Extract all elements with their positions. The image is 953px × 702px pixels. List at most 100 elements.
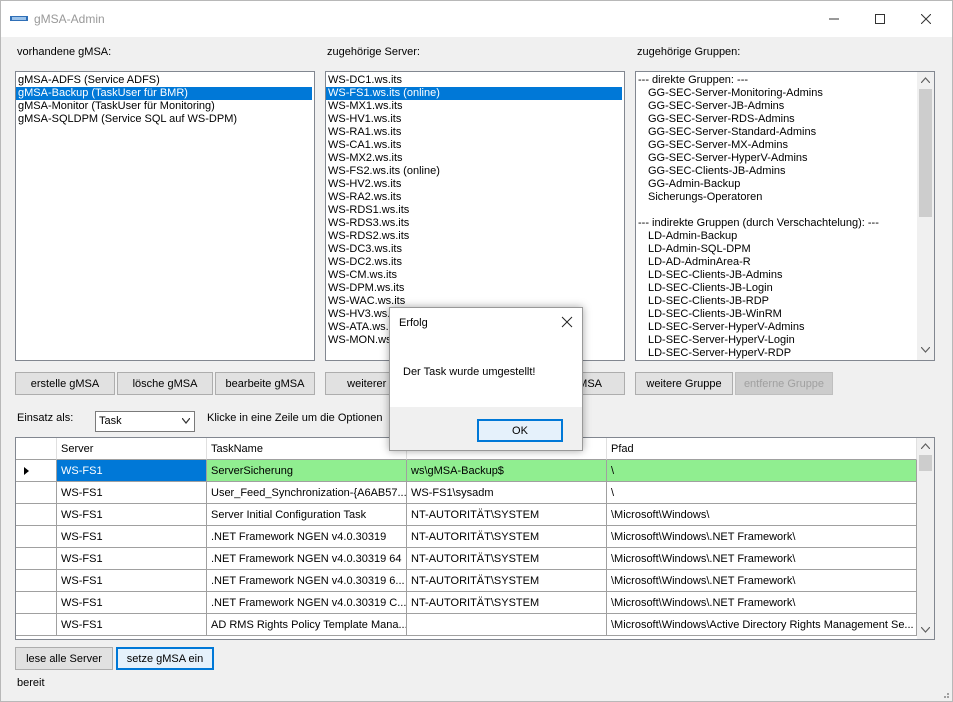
group-list-item[interactable]: LD-Admin-SQL-DPM <box>636 243 934 256</box>
row-header[interactable] <box>16 592 57 614</box>
cell-server[interactable]: WS-FS1 <box>57 482 207 504</box>
gmsa-list-item[interactable]: gMSA-Backup (TaskUser für BMR) <box>16 87 312 100</box>
scroll-down-icon[interactable] <box>921 347 930 353</box>
group-list-item[interactable]: LD-Admin-Backup <box>636 230 934 243</box>
gmsa-list-item[interactable]: gMSA-SQLDPM (Service SQL auf WS-DPM) <box>16 113 314 126</box>
group-list-item[interactable]: LD-SEC-Clients-JB-WinRM <box>636 308 934 321</box>
cell-pfad[interactable]: \ <box>607 460 917 482</box>
server-list-item[interactable]: WS-FS1.ws.its (online) <box>326 87 622 100</box>
group-list-item[interactable]: LD-SEC-Clients-JB-RDP <box>636 295 934 308</box>
server-list-item[interactable]: WS-DC1.ws.its <box>326 74 624 87</box>
add-group-button[interactable]: weitere Gruppe <box>635 372 733 395</box>
table-row[interactable]: WS-FS1 .NET Framework NGEN v4.0.30319 6..… <box>16 570 917 592</box>
cell-user[interactable]: WS-FS1\sysadm <box>407 482 607 504</box>
cell-server[interactable]: WS-FS1 <box>57 592 207 614</box>
ok-button[interactable]: OK <box>477 419 563 442</box>
cell-server[interactable]: WS-FS1 <box>57 548 207 570</box>
group-list-item[interactable]: GG-SEC-Clients-JB-Admins <box>636 165 934 178</box>
cell-pfad[interactable]: \Microsoft\Windows\.NET Framework\ <box>607 592 917 614</box>
group-list-item[interactable]: GG-SEC-Server-HyperV-Admins <box>636 152 934 165</box>
apply-gmsa-button[interactable]: setze gMSA ein <box>116 647 214 670</box>
group-list-item[interactable]: LD-AD-AdminArea-R <box>636 256 934 269</box>
group-list-item[interactable]: --- direkte Gruppen: --- <box>636 74 934 87</box>
einsatz-combobox[interactable]: Task <box>95 411 195 432</box>
scroll-down-icon[interactable] <box>921 627 930 633</box>
group-list-item[interactable]: LD-SEC-Clients-JB-Admins <box>636 269 934 282</box>
server-list-item[interactable]: WS-FS2.ws.its (online) <box>326 165 624 178</box>
cell-taskname[interactable]: .NET Framework NGEN v4.0.30319 C... <box>207 592 407 614</box>
cell-pfad[interactable]: \Microsoft\Windows\.NET Framework\ <box>607 526 917 548</box>
group-list-item[interactable]: GG-Admin-Backup <box>636 178 934 191</box>
server-list-item[interactable]: WS-RA1.ws.its <box>326 126 624 139</box>
create-gmsa-button[interactable]: erstelle gMSA <box>15 372 115 395</box>
group-list-item[interactable] <box>636 204 934 217</box>
table-row[interactable]: WS-FS1 ServerSicherung ws\gMSA-Backup$ \ <box>16 460 917 482</box>
server-list-item[interactable]: WS-RDS3.ws.its <box>326 217 624 230</box>
table-row[interactable]: WS-FS1 AD RMS Rights Policy Template Mana… <box>16 614 917 636</box>
table-row[interactable]: WS-FS1 .NET Framework NGEN v4.0.30319 64 N… <box>16 548 917 570</box>
server-list-item[interactable]: WS-MX2.ws.its <box>326 152 624 165</box>
group-list-item[interactable]: GG-SEC-Server-Monitoring-Admins <box>636 87 934 100</box>
cell-taskname[interactable]: Server Initial Configuration Task <box>207 504 407 526</box>
group-list-item[interactable]: Sicherungs-Operatoren <box>636 191 934 204</box>
table-row[interactable]: WS-FS1 Server Initial Configuration Task N… <box>16 504 917 526</box>
task-grid[interactable]: Server TaskName Pfad WS-FS1 ServerSicheru… <box>15 437 935 640</box>
gmsa-listbox[interactable]: gMSA-ADFS (Service ADFS) gMSA-Backup (Tas… <box>15 71 315 361</box>
cell-server[interactable]: WS-FS1 <box>57 614 207 636</box>
group-list-item[interactable]: LD-SEC-Clients-JB-Login <box>636 282 934 295</box>
server-list-item[interactable]: WS-MX1.ws.its <box>326 100 624 113</box>
row-header[interactable] <box>16 482 57 504</box>
cell-pfad[interactable]: \Microsoft\Windows\Active Directory Righ… <box>607 614 917 636</box>
server-list-item[interactable]: WS-RDS1.ws.its <box>326 204 624 217</box>
cell-user[interactable]: NT-AUTORITÄT\SYSTEM <box>407 548 607 570</box>
group-list-item[interactable]: GG-SEC-Server-Standard-Admins <box>636 126 934 139</box>
group-list-item[interactable]: GG-SEC-Server-MX-Admins <box>636 139 934 152</box>
gmsa-list-item[interactable]: gMSA-Monitor (TaskUser für Monitoring) <box>16 100 314 113</box>
group-list-item[interactable]: GG-SEC-Server-JB-Admins <box>636 100 934 113</box>
read-all-servers-button[interactable]: lese alle Server <box>15 647 113 670</box>
cell-server[interactable]: WS-FS1 <box>57 570 207 592</box>
row-header[interactable] <box>16 504 57 526</box>
cell-taskname[interactable]: .NET Framework NGEN v4.0.30319 6... <box>207 570 407 592</box>
table-row[interactable]: WS-FS1 .NET Framework NGEN v4.0.30319 NT-A… <box>16 526 917 548</box>
server-list-item[interactable]: WS-DPM.ws.its <box>326 282 624 295</box>
grid-scrollbar[interactable] <box>917 438 934 639</box>
server-list-item[interactable]: WS-CM.ws.its <box>326 269 624 282</box>
cell-taskname[interactable]: .NET Framework NGEN v4.0.30319 <box>207 526 407 548</box>
cell-user[interactable]: NT-AUTORITÄT\SYSTEM <box>407 592 607 614</box>
server-list-item[interactable]: WS-HV1.ws.its <box>326 113 624 126</box>
cell-server[interactable]: WS-FS1 <box>57 460 207 482</box>
table-row[interactable]: WS-FS1 User_Feed_Synchronization-{A6AB57.… <box>16 482 917 504</box>
group-list-item[interactable]: LD-SEC-Server-HyperV-RDP <box>636 347 934 360</box>
row-header[interactable] <box>16 548 57 570</box>
delete-gmsa-button[interactable]: lösche gMSA <box>117 372 213 395</box>
cell-user[interactable]: NT-AUTORITÄT\SYSTEM <box>407 570 607 592</box>
cell-pfad[interactable]: \Microsoft\Windows\ <box>607 504 917 526</box>
server-list-item[interactable]: WS-HV2.ws.its <box>326 178 624 191</box>
group-list-item[interactable]: GG-SEC-Server-RDS-Admins <box>636 113 934 126</box>
edit-gmsa-button[interactable]: bearbeite gMSA <box>215 372 315 395</box>
cell-user[interactable]: NT-AUTORITÄT\SYSTEM <box>407 504 607 526</box>
column-header-pfad[interactable]: Pfad <box>607 438 917 460</box>
server-list-item[interactable]: WS-RDS2.ws.its <box>326 230 624 243</box>
cell-server[interactable]: WS-FS1 <box>57 504 207 526</box>
grid-scroll-thumb[interactable] <box>919 455 932 471</box>
server-list-item[interactable]: WS-DC3.ws.its <box>326 243 624 256</box>
scroll-up-icon[interactable] <box>921 443 930 449</box>
remove-group-button[interactable]: entferne Gruppe <box>735 372 833 395</box>
row-header[interactable] <box>16 570 57 592</box>
table-row[interactable]: WS-FS1 .NET Framework NGEN v4.0.30319 C..… <box>16 592 917 614</box>
server-list-item[interactable]: WS-DC2.ws.its <box>326 256 624 269</box>
group-list-scrollbar[interactable] <box>917 72 934 360</box>
server-list-item[interactable]: WS-CA1.ws.its <box>326 139 624 152</box>
cell-pfad[interactable]: \ <box>607 482 917 504</box>
group-listbox[interactable]: --- direkte Gruppen: --- GG-SEC-Server-Mo… <box>635 71 935 361</box>
group-list-scroll-thumb[interactable] <box>919 89 932 217</box>
group-list-item[interactable]: --- indirekte Gruppen (durch Verschachte… <box>636 217 934 230</box>
scroll-up-icon[interactable] <box>921 77 930 83</box>
cell-server[interactable]: WS-FS1 <box>57 526 207 548</box>
cell-taskname[interactable]: .NET Framework NGEN v4.0.30319 64 <box>207 548 407 570</box>
cell-taskname[interactable]: AD RMS Rights Policy Template Mana... <box>207 614 407 636</box>
cell-pfad[interactable]: \Microsoft\Windows\.NET Framework\ <box>607 570 917 592</box>
title-bar[interactable]: gMSA-Admin <box>1 1 952 37</box>
